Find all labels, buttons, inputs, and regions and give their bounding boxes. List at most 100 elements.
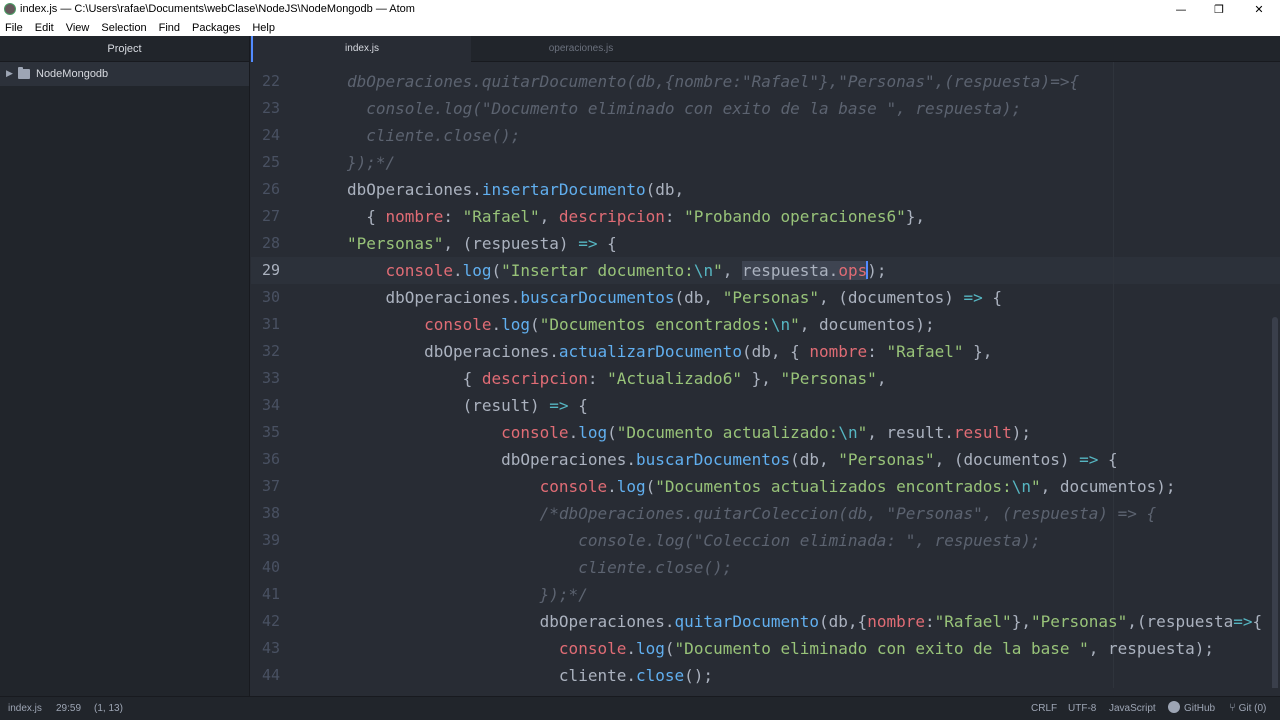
code-token: : [587,369,608,388]
code-token: ); [1011,423,1031,442]
menu-edit[interactable]: Edit [35,20,54,36]
line-number: 31 [261,315,280,333]
code-line[interactable]: "Personas", (respuesta) => { [347,230,617,257]
code-token: "Documento actualizado: [616,423,839,442]
line-number: 40 [261,558,280,576]
code-token: "Personas" [838,450,935,469]
line-number: 29 [261,261,280,279]
code-line[interactable]: (result) => { [347,392,588,419]
vertical-scrollbar[interactable] [1272,317,1278,688]
code-token: "Personas" [722,288,820,307]
code-line[interactable]: console.log("Documento eliminado con exi… [347,635,1214,662]
menu-packages[interactable]: Packages [192,20,240,36]
status-git-label: Git (0) [1238,703,1267,714]
code-line[interactable]: { nombre: "Rafael", descripcion: "Proban… [347,203,925,230]
code-token: }, [963,342,993,361]
code-line[interactable]: console.log("Coleccion eliminada: ", res… [347,527,1041,554]
code-token: ( [530,315,540,334]
status-cursor-position[interactable]: 29:59 [56,697,81,720]
code-line[interactable]: console.log("Documentos encontrados:\n",… [347,311,935,338]
code-line[interactable]: dbOperaciones.quitarDocumento(db,{nombre… [347,68,1079,95]
code-token: console.log("Documento eliminado con exi… [347,99,1022,118]
code-token: { [1098,450,1118,469]
menu-selection[interactable]: Selection [101,20,146,36]
status-line-ending[interactable]: CRLF [1031,697,1057,720]
code-token: : [443,207,463,226]
code-line[interactable]: });*/ [347,149,395,176]
code-editor[interactable]: 22 23 24 25 26 27 28 29 30 31 32 33 34 35 36 37 38 39 40 41… [251,62,1280,688]
code-token: , (documentos) [819,288,964,307]
code-line[interactable]: dbOperaciones.buscarDocumentos(db, "Pers… [347,446,1118,473]
tree-root-folder[interactable]: ▶ NodeMongodb [0,62,249,86]
tree-root-label: NodeMongodb [36,68,109,80]
chevron-right-icon[interactable]: ▶ [6,69,18,79]
tab-index-js[interactable]: index.js [251,36,471,62]
code-token: (db, [674,288,723,307]
selected-text: ops [838,261,868,280]
code-token: ); [867,261,887,280]
code-line[interactable]: console.log("Insertar documento:\n", res… [347,257,886,284]
line-number: 25 [261,153,280,171]
tab-operaciones-js[interactable]: operaciones.js [471,36,691,62]
line-number: 36 [261,450,280,468]
line-number: 38 [261,504,280,522]
code-line[interactable]: dbOperaciones.insertarDocumento(db, [347,176,684,203]
code-token: log [616,477,646,496]
status-encoding[interactable]: UTF-8 [1068,697,1096,720]
code-line[interactable]: /*dbOperaciones.quitarColeccion(db, "Per… [347,500,1157,527]
code-token: (db, [790,450,839,469]
line-number: 33 [261,369,280,387]
code-line[interactable]: });*/ [347,581,588,608]
code-line[interactable]: cliente.close(); [347,554,732,581]
code-line[interactable]: cliente.close(); [347,662,713,688]
code-line[interactable]: cliente.close(); [347,122,520,149]
minimize-button[interactable]: — [1161,0,1201,20]
code-token: console.log("Coleccion eliminada: ", res… [347,531,1041,550]
code-token: quitarDocumento [674,612,820,631]
line-number: 41 [261,585,280,603]
status-git[interactable]: ⑂ Git (0) [1229,697,1266,720]
status-grammar[interactable]: JavaScript [1109,697,1156,720]
code-token: , [539,207,559,226]
code-token: => [963,288,983,307]
git-branch-icon: ⑂ [1229,702,1236,714]
project-panel-title[interactable]: Project [0,36,249,62]
menu-view[interactable]: View [66,20,90,36]
code-token: "Documento eliminado con exito de la bas… [674,639,1089,658]
code-line[interactable]: dbOperaciones.actualizarDocumento(db, { … [347,338,992,365]
code-token: "Documentos encontrados: [539,315,771,334]
github-icon [1168,701,1180,713]
code-line[interactable]: dbOperaciones.buscarDocumentos(db, "Pers… [347,284,1003,311]
code-token: { [347,207,386,226]
code-token: dbOperaciones. [347,180,482,199]
code-line[interactable]: { descripcion: "Actualizado6" }, "Person… [347,365,887,392]
code-token: "Personas" [1030,612,1128,631]
code-token: . [452,261,463,280]
code-line[interactable]: console.log("Documentos actualizados enc… [347,473,1176,500]
selected-text: respuesta. [741,261,839,280]
close-window-button[interactable]: ✕ [1239,0,1279,20]
code-token: : [924,612,935,631]
code-token: result [953,423,1012,442]
menu-find[interactable]: Find [159,20,180,36]
code-token: . [626,639,636,658]
code-token: nombre [385,207,444,226]
menu-help[interactable]: Help [252,20,275,36]
maximize-button[interactable]: ❐ [1199,0,1239,20]
atom-app-icon [4,3,16,15]
code-token: => [1079,450,1099,469]
code-token: " [857,423,868,442]
window-title: index.js — C:\Users\rafae\Documents\webC… [20,3,415,15]
code-token: "Actualizado6" [607,369,742,388]
code-line[interactable]: dbOperaciones.quitarDocumento(db,{nombre… [347,608,1263,635]
menu-file[interactable]: File [5,20,23,36]
line-number: 32 [261,342,280,360]
status-file-name[interactable]: index.js [8,697,42,720]
status-github[interactable]: GitHub [1168,697,1215,720]
code-line[interactable]: console.log("Documento actualizado:\n", … [347,419,1031,446]
code-line[interactable]: console.log("Documento eliminado con exi… [347,95,1021,122]
wrap-guide [1113,62,1114,688]
code-token: (db,{ [819,612,868,631]
line-number: 37 [261,477,280,495]
